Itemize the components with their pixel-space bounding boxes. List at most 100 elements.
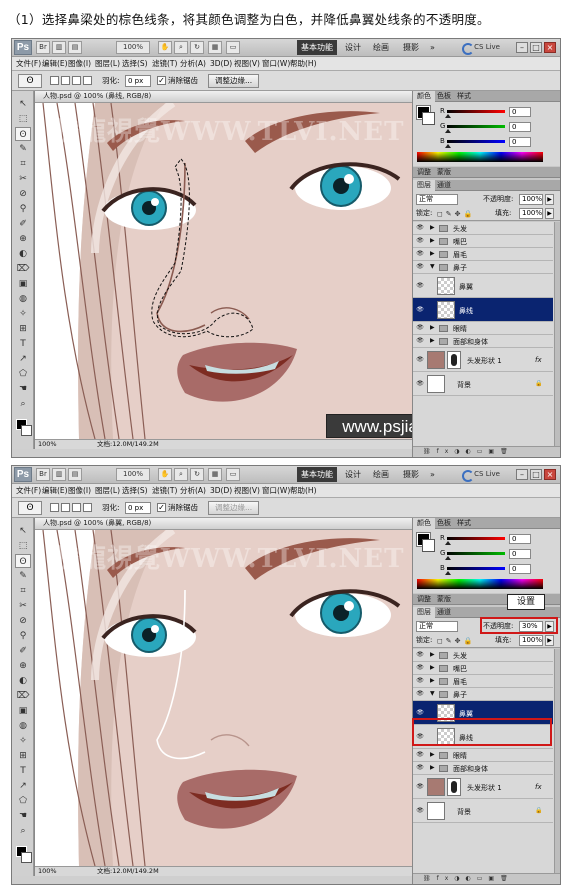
- clone-tool-icon[interactable]: ⊕: [15, 659, 31, 673]
- expand-triangle-icon[interactable]: ▶: [430, 337, 435, 344]
- workspace-0[interactable]: 基本功能: [297, 40, 337, 55]
- eraser-tool-icon[interactable]: ⌦: [15, 262, 31, 276]
- color-panel-tab[interactable]: 色板: [433, 91, 455, 102]
- visibility-eye-icon[interactable]: 👁: [415, 751, 425, 758]
- document-tab[interactable]: 人物.psd @ 100% (鼻翼, RGB/8): [35, 518, 412, 530]
- quick-select-tool-icon[interactable]: ✎: [15, 142, 31, 156]
- layers-scrollbar[interactable]: [554, 222, 560, 446]
- lasso-tool-icon[interactable]: ʘ: [15, 554, 31, 568]
- visibility-eye-icon[interactable]: 👁: [415, 237, 425, 244]
- workspace-3[interactable]: 摄影: [399, 40, 423, 55]
- layer-row[interactable]: 👁 鼻翼: [413, 274, 553, 298]
- dodge-tool-icon[interactable]: ✧: [15, 734, 31, 748]
- channel-value-input[interactable]: 0: [509, 122, 531, 132]
- menu-item[interactable]: 窗口(W): [262, 57, 290, 71]
- rotate-view-button[interactable]: ↻: [190, 41, 204, 54]
- layer-row[interactable]: 👁 鼻线: [413, 298, 553, 322]
- channel-value-input[interactable]: 0: [509, 137, 531, 147]
- pen-tool-icon[interactable]: ⊞: [15, 322, 31, 336]
- selection-mode-button[interactable]: [50, 503, 59, 512]
- background-color-box[interactable]: [422, 539, 435, 552]
- move-tool-icon[interactable]: ↖: [15, 524, 31, 538]
- menu-item[interactable]: 编辑(E): [42, 484, 68, 498]
- refine-edge-button[interactable]: 调整边缘...: [208, 74, 260, 88]
- visibility-eye-icon[interactable]: 👁: [415, 263, 425, 270]
- arrange-docs-button[interactable]: ▦: [208, 41, 222, 54]
- opacity-input[interactable]: 100%: [519, 194, 543, 205]
- mini-bridge-button[interactable]: ▥: [52, 41, 66, 54]
- effects-icon[interactable]: fx: [535, 783, 542, 791]
- expand-triangle-icon[interactable]: ▶: [430, 677, 435, 684]
- channel-value-input[interactable]: 0: [509, 549, 531, 559]
- color-panel-tab[interactable]: 色板: [433, 518, 455, 529]
- fill-slider-button[interactable]: ▶: [545, 635, 554, 646]
- lock-buttons[interactable]: ◻✎✥🔒: [437, 209, 475, 219]
- view-extras-button[interactable]: ▤: [68, 468, 82, 481]
- channel-slider[interactable]: [447, 110, 505, 113]
- shape-tool-icon[interactable]: ⬠: [15, 794, 31, 808]
- visibility-eye-icon[interactable]: 👁: [415, 380, 425, 387]
- workspace-0[interactable]: 基本功能: [297, 467, 337, 482]
- expand-triangle-icon[interactable]: ▶: [430, 324, 435, 331]
- background-color-swatch[interactable]: [21, 425, 32, 436]
- color-panel-tab[interactable]: 样式: [453, 518, 475, 529]
- layer-row[interactable]: 👁 🔒 背景: [413, 372, 553, 396]
- expand-triangle-icon[interactable]: ▶: [430, 751, 435, 758]
- mini-bridge-button[interactable]: ▥: [52, 468, 66, 481]
- cs-live-button[interactable]: CS Live: [462, 41, 500, 55]
- move-tool-icon[interactable]: ↖: [15, 97, 31, 111]
- background-color-box[interactable]: [422, 112, 435, 125]
- layer-row[interactable]: 👁 ▶ 眼睛: [413, 749, 553, 762]
- menu-item[interactable]: 编辑(E): [42, 57, 68, 71]
- arrange-docs-button[interactable]: ▦: [208, 468, 222, 481]
- visibility-eye-icon[interactable]: 👁: [415, 783, 425, 790]
- eraser-tool-icon[interactable]: ⌦: [15, 689, 31, 703]
- slice-tool-icon[interactable]: ✂: [15, 172, 31, 186]
- expand-triangle-icon[interactable]: ▶: [430, 224, 435, 231]
- maximize-button[interactable]: □: [530, 42, 542, 53]
- expand-triangle-icon[interactable]: ▶: [430, 237, 435, 244]
- status-zoom[interactable]: 100%: [38, 440, 57, 449]
- visibility-eye-icon[interactable]: 👁: [415, 664, 425, 671]
- fill-input[interactable]: 100%: [519, 208, 543, 219]
- history-brush-icon[interactable]: ◐: [15, 674, 31, 688]
- channel-slider[interactable]: [447, 552, 505, 555]
- gradient-tool-icon[interactable]: ▣: [15, 704, 31, 718]
- lasso-tool-icon[interactable]: ʘ: [15, 127, 31, 141]
- slice-tool-icon[interactable]: ✂: [15, 599, 31, 613]
- layer-row[interactable]: 👁 ▼ 鼻子: [413, 261, 553, 274]
- color-panel-tab[interactable]: 样式: [453, 91, 475, 102]
- layers-panel-tab[interactable]: 图层: [413, 607, 435, 618]
- menu-item[interactable]: 选择(S): [122, 484, 148, 498]
- hand-tool-icon[interactable]: ☚: [15, 382, 31, 396]
- selection-mode-button[interactable]: [61, 503, 70, 512]
- workspace-more-button[interactable]: »: [426, 467, 439, 482]
- menu-item[interactable]: 3D(D): [210, 484, 232, 498]
- visibility-eye-icon[interactable]: 👁: [415, 690, 425, 697]
- feather-input[interactable]: 0 px: [125, 75, 151, 87]
- visibility-eye-icon[interactable]: 👁: [415, 337, 425, 344]
- quick-select-tool-icon[interactable]: ✎: [15, 569, 31, 583]
- layer-row[interactable]: 👁 ▶ 面部和身体: [413, 335, 553, 348]
- maximize-button[interactable]: □: [530, 469, 542, 480]
- channel-value-input[interactable]: 0: [509, 534, 531, 544]
- menu-item[interactable]: 帮助(H): [290, 484, 317, 498]
- portrait-artwork[interactable]: [35, 530, 412, 866]
- opacity-slider-button[interactable]: ▶: [545, 194, 554, 205]
- selection-mode-button[interactable]: [61, 76, 70, 85]
- rotate-view-button[interactable]: ↻: [190, 468, 204, 481]
- layer-row[interactable]: 👁 ▶ 嘴巴: [413, 662, 553, 675]
- expand-triangle-icon[interactable]: ▼: [430, 263, 435, 270]
- layers-panel-tab[interactable]: 通道: [433, 180, 455, 191]
- blur-tool-icon[interactable]: ◍: [15, 719, 31, 733]
- healing-tool-icon[interactable]: ⚲: [15, 629, 31, 643]
- expand-triangle-icon[interactable]: ▶: [430, 664, 435, 671]
- type-tool-icon[interactable]: T: [15, 764, 31, 778]
- hand-tool-icon[interactable]: ☚: [15, 809, 31, 823]
- minimize-button[interactable]: –: [516, 469, 528, 480]
- visibility-eye-icon[interactable]: 👁: [415, 224, 425, 231]
- crop-tool-icon[interactable]: ⌗: [15, 157, 31, 171]
- layer-row[interactable]: 👁 ▶ 眼睛: [413, 322, 553, 335]
- layer-row[interactable]: 👁 ▶ 眉毛: [413, 675, 553, 688]
- slider-knob[interactable]: [445, 571, 451, 575]
